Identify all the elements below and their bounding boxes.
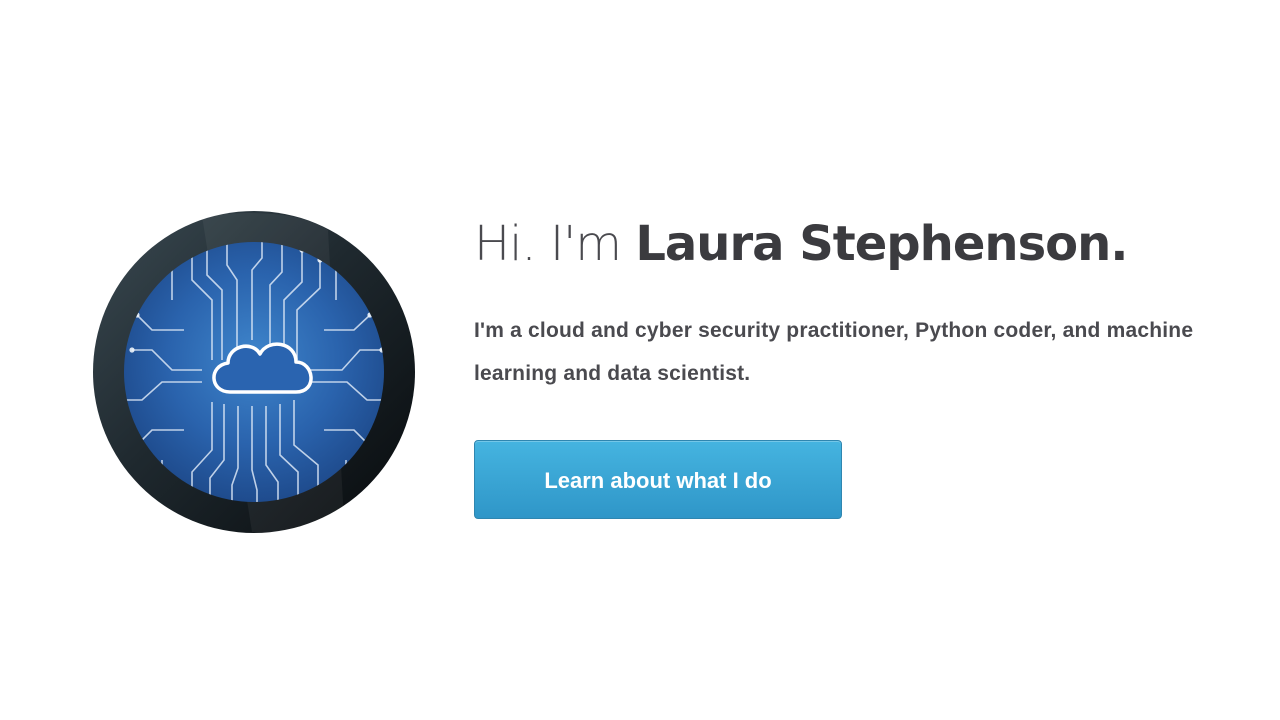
bio-text: I'm a cloud and cyber security practitio… — [474, 319, 1194, 385]
hero-section: Hi. I'm Laura Stephenson. I'm a cloud an… — [0, 0, 1280, 720]
cloud-circuit-icon — [93, 211, 415, 534]
learn-more-button[interactable]: Learn about what I do — [474, 440, 842, 519]
page-title: Hi. I'm Laura Stephenson. — [474, 212, 1234, 276]
name-text: Laura Stephenson. — [635, 216, 1128, 272]
hero-content: Hi. I'm Laura Stephenson. I'm a cloud an… — [474, 212, 1234, 519]
greeting-text: Hi. I'm — [474, 216, 636, 272]
avatar — [92, 210, 416, 534]
